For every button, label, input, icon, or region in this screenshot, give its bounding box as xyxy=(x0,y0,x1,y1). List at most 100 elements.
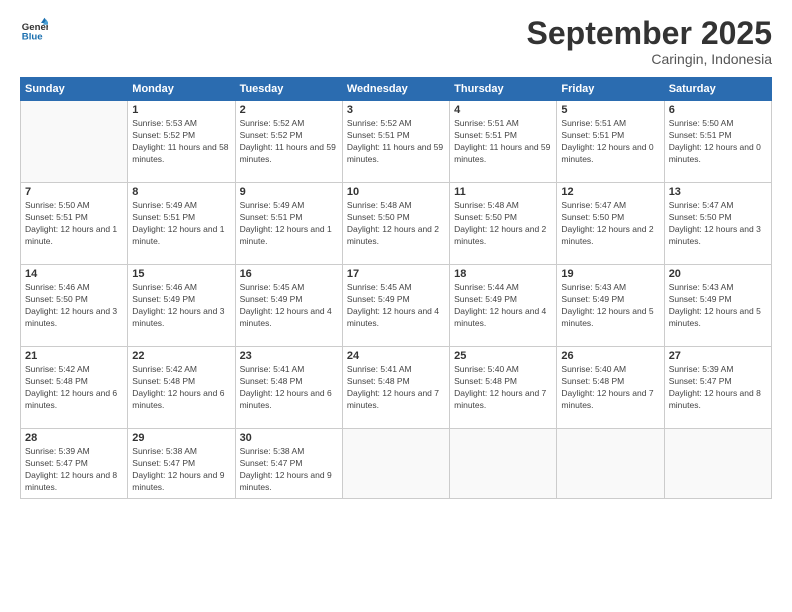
calendar-cell: 19 Sunrise: 5:43 AMSunset: 5:49 PMDayligh… xyxy=(557,265,664,347)
day-number: 19 xyxy=(561,268,659,280)
cell-details: Sunrise: 5:45 AMSunset: 5:49 PMDaylight:… xyxy=(347,282,445,330)
day-number: 29 xyxy=(132,432,230,444)
week-row-0: 1 Sunrise: 5:53 AMSunset: 5:52 PMDaylight… xyxy=(21,101,772,183)
day-number: 8 xyxy=(132,186,230,198)
cell-details: Sunrise: 5:52 AMSunset: 5:52 PMDaylight:… xyxy=(240,118,338,166)
day-number: 21 xyxy=(25,350,123,362)
calendar-cell: 12 Sunrise: 5:47 AMSunset: 5:50 PMDayligh… xyxy=(557,183,664,265)
day-number: 16 xyxy=(240,268,338,280)
cell-details: Sunrise: 5:44 AMSunset: 5:49 PMDaylight:… xyxy=(454,282,552,330)
cell-details: Sunrise: 5:43 AMSunset: 5:49 PMDaylight:… xyxy=(561,282,659,330)
col-sunday: Sunday xyxy=(21,78,128,101)
calendar-cell xyxy=(664,429,771,499)
calendar-cell: 29 Sunrise: 5:38 AMSunset: 5:47 PMDayligh… xyxy=(128,429,235,499)
calendar-cell: 17 Sunrise: 5:45 AMSunset: 5:49 PMDayligh… xyxy=(342,265,449,347)
cell-details: Sunrise: 5:41 AMSunset: 5:48 PMDaylight:… xyxy=(240,364,338,412)
day-number: 3 xyxy=(347,104,445,116)
calendar-cell: 3 Sunrise: 5:52 AMSunset: 5:51 PMDaylight… xyxy=(342,101,449,183)
cell-details: Sunrise: 5:46 AMSunset: 5:50 PMDaylight:… xyxy=(25,282,123,330)
day-number: 2 xyxy=(240,104,338,116)
calendar-cell: 10 Sunrise: 5:48 AMSunset: 5:50 PMDayligh… xyxy=(342,183,449,265)
cell-details: Sunrise: 5:46 AMSunset: 5:49 PMDaylight:… xyxy=(132,282,230,330)
day-number: 26 xyxy=(561,350,659,362)
day-number: 17 xyxy=(347,268,445,280)
col-friday: Friday xyxy=(557,78,664,101)
calendar-cell: 27 Sunrise: 5:39 AMSunset: 5:47 PMDayligh… xyxy=(664,347,771,429)
day-number: 9 xyxy=(240,186,338,198)
header-row: Sunday Monday Tuesday Wednesday Thursday… xyxy=(21,78,772,101)
cell-details: Sunrise: 5:52 AMSunset: 5:51 PMDaylight:… xyxy=(347,118,445,166)
calendar-cell: 13 Sunrise: 5:47 AMSunset: 5:50 PMDayligh… xyxy=(664,183,771,265)
calendar-cell: 22Sunrise: 5:42 AMSunset: 5:48 PMDayligh… xyxy=(128,347,235,429)
calendar-cell: 7 Sunrise: 5:50 AMSunset: 5:51 PMDaylight… xyxy=(21,183,128,265)
day-number: 1 xyxy=(132,104,230,116)
calendar-cell xyxy=(342,429,449,499)
day-number: 14 xyxy=(25,268,123,280)
calendar-cell: 28 Sunrise: 5:39 AMSunset: 5:47 PMDayligh… xyxy=(21,429,128,499)
calendar-cell xyxy=(557,429,664,499)
cell-details: Sunrise: 5:51 AMSunset: 5:51 PMDaylight:… xyxy=(454,118,552,166)
cell-details: Sunrise: 5:49 AMSunset: 5:51 PMDaylight:… xyxy=(240,200,338,248)
col-tuesday: Tuesday xyxy=(235,78,342,101)
day-number: 11 xyxy=(454,186,552,198)
cell-details: Sunrise: 5:48 AMSunset: 5:50 PMDaylight:… xyxy=(454,200,552,248)
week-row-1: 7 Sunrise: 5:50 AMSunset: 5:51 PMDaylight… xyxy=(21,183,772,265)
week-row-2: 14 Sunrise: 5:46 AMSunset: 5:50 PMDayligh… xyxy=(21,265,772,347)
day-number: 5 xyxy=(561,104,659,116)
day-number: 6 xyxy=(669,104,767,116)
calendar-cell: 25Sunrise: 5:40 AMSunset: 5:48 PMDayligh… xyxy=(450,347,557,429)
cell-details: Sunrise: 5:50 AMSunset: 5:51 PMDaylight:… xyxy=(25,200,123,248)
cell-details: Sunrise: 5:39 AMSunset: 5:47 PMDaylight:… xyxy=(669,364,767,412)
month-title: September 2025 xyxy=(527,16,772,51)
calendar-cell: 1 Sunrise: 5:53 AMSunset: 5:52 PMDaylight… xyxy=(128,101,235,183)
svg-text:Blue: Blue xyxy=(22,32,43,43)
cell-details: Sunrise: 5:42 AMSunset: 5:48 PMDaylight:… xyxy=(25,364,123,412)
calendar-cell: 20 Sunrise: 5:43 AMSunset: 5:49 PMDayligh… xyxy=(664,265,771,347)
cell-details: Sunrise: 5:38 AMSunset: 5:47 PMDaylight:… xyxy=(240,446,338,494)
cell-details: Sunrise: 5:43 AMSunset: 5:49 PMDaylight:… xyxy=(669,282,767,330)
day-number: 28 xyxy=(25,432,123,444)
cell-details: Sunrise: 5:45 AMSunset: 5:49 PMDaylight:… xyxy=(240,282,338,330)
day-number: 20 xyxy=(669,268,767,280)
cell-details: Sunrise: 5:42 AMSunset: 5:48 PMDaylight:… xyxy=(132,364,230,412)
col-monday: Monday xyxy=(128,78,235,101)
logo-icon: General Blue xyxy=(20,16,48,44)
calendar-cell: 30 Sunrise: 5:38 AMSunset: 5:47 PMDayligh… xyxy=(235,429,342,499)
cell-details: Sunrise: 5:53 AMSunset: 5:52 PMDaylight:… xyxy=(132,118,230,166)
calendar-cell: 11 Sunrise: 5:48 AMSunset: 5:50 PMDayligh… xyxy=(450,183,557,265)
calendar-cell: 2 Sunrise: 5:52 AMSunset: 5:52 PMDaylight… xyxy=(235,101,342,183)
day-number: 23 xyxy=(240,350,338,362)
day-number: 15 xyxy=(132,268,230,280)
calendar-cell: 24Sunrise: 5:41 AMSunset: 5:48 PMDayligh… xyxy=(342,347,449,429)
day-number: 27 xyxy=(669,350,767,362)
page: General Blue September 2025 Caringin, In… xyxy=(0,0,792,612)
cell-details: Sunrise: 5:47 AMSunset: 5:50 PMDaylight:… xyxy=(561,200,659,248)
cell-details: Sunrise: 5:47 AMSunset: 5:50 PMDaylight:… xyxy=(669,200,767,248)
day-number: 12 xyxy=(561,186,659,198)
calendar-cell: 23 Sunrise: 5:41 AMSunset: 5:48 PMDayligh… xyxy=(235,347,342,429)
calendar-cell: 9 Sunrise: 5:49 AMSunset: 5:51 PMDaylight… xyxy=(235,183,342,265)
calendar-cell: 5 Sunrise: 5:51 AMSunset: 5:51 PMDaylight… xyxy=(557,101,664,183)
day-number: 30 xyxy=(240,432,338,444)
cell-details: Sunrise: 5:48 AMSunset: 5:50 PMDaylight:… xyxy=(347,200,445,248)
col-saturday: Saturday xyxy=(664,78,771,101)
col-wednesday: Wednesday xyxy=(342,78,449,101)
header: General Blue September 2025 Caringin, In… xyxy=(20,16,772,67)
calendar-cell: 16 Sunrise: 5:45 AMSunset: 5:49 PMDayligh… xyxy=(235,265,342,347)
calendar-cell: 6Sunrise: 5:50 AMSunset: 5:51 PMDaylight… xyxy=(664,101,771,183)
day-number: 7 xyxy=(25,186,123,198)
cell-details: Sunrise: 5:40 AMSunset: 5:48 PMDaylight:… xyxy=(454,364,552,412)
day-number: 13 xyxy=(669,186,767,198)
calendar-cell: 4Sunrise: 5:51 AMSunset: 5:51 PMDaylight… xyxy=(450,101,557,183)
week-row-3: 21 Sunrise: 5:42 AMSunset: 5:48 PMDayligh… xyxy=(21,347,772,429)
calendar-cell: 14 Sunrise: 5:46 AMSunset: 5:50 PMDayligh… xyxy=(21,265,128,347)
calendar-table: Sunday Monday Tuesday Wednesday Thursday… xyxy=(20,77,772,499)
title-area: September 2025 Caringin, Indonesia xyxy=(527,16,772,67)
day-number: 10 xyxy=(347,186,445,198)
cell-details: Sunrise: 5:38 AMSunset: 5:47 PMDaylight:… xyxy=(132,446,230,494)
calendar-cell xyxy=(21,101,128,183)
calendar-cell: 21 Sunrise: 5:42 AMSunset: 5:48 PMDayligh… xyxy=(21,347,128,429)
cell-details: Sunrise: 5:51 AMSunset: 5:51 PMDaylight:… xyxy=(561,118,659,166)
cell-details: Sunrise: 5:39 AMSunset: 5:47 PMDaylight:… xyxy=(25,446,123,494)
col-thursday: Thursday xyxy=(450,78,557,101)
